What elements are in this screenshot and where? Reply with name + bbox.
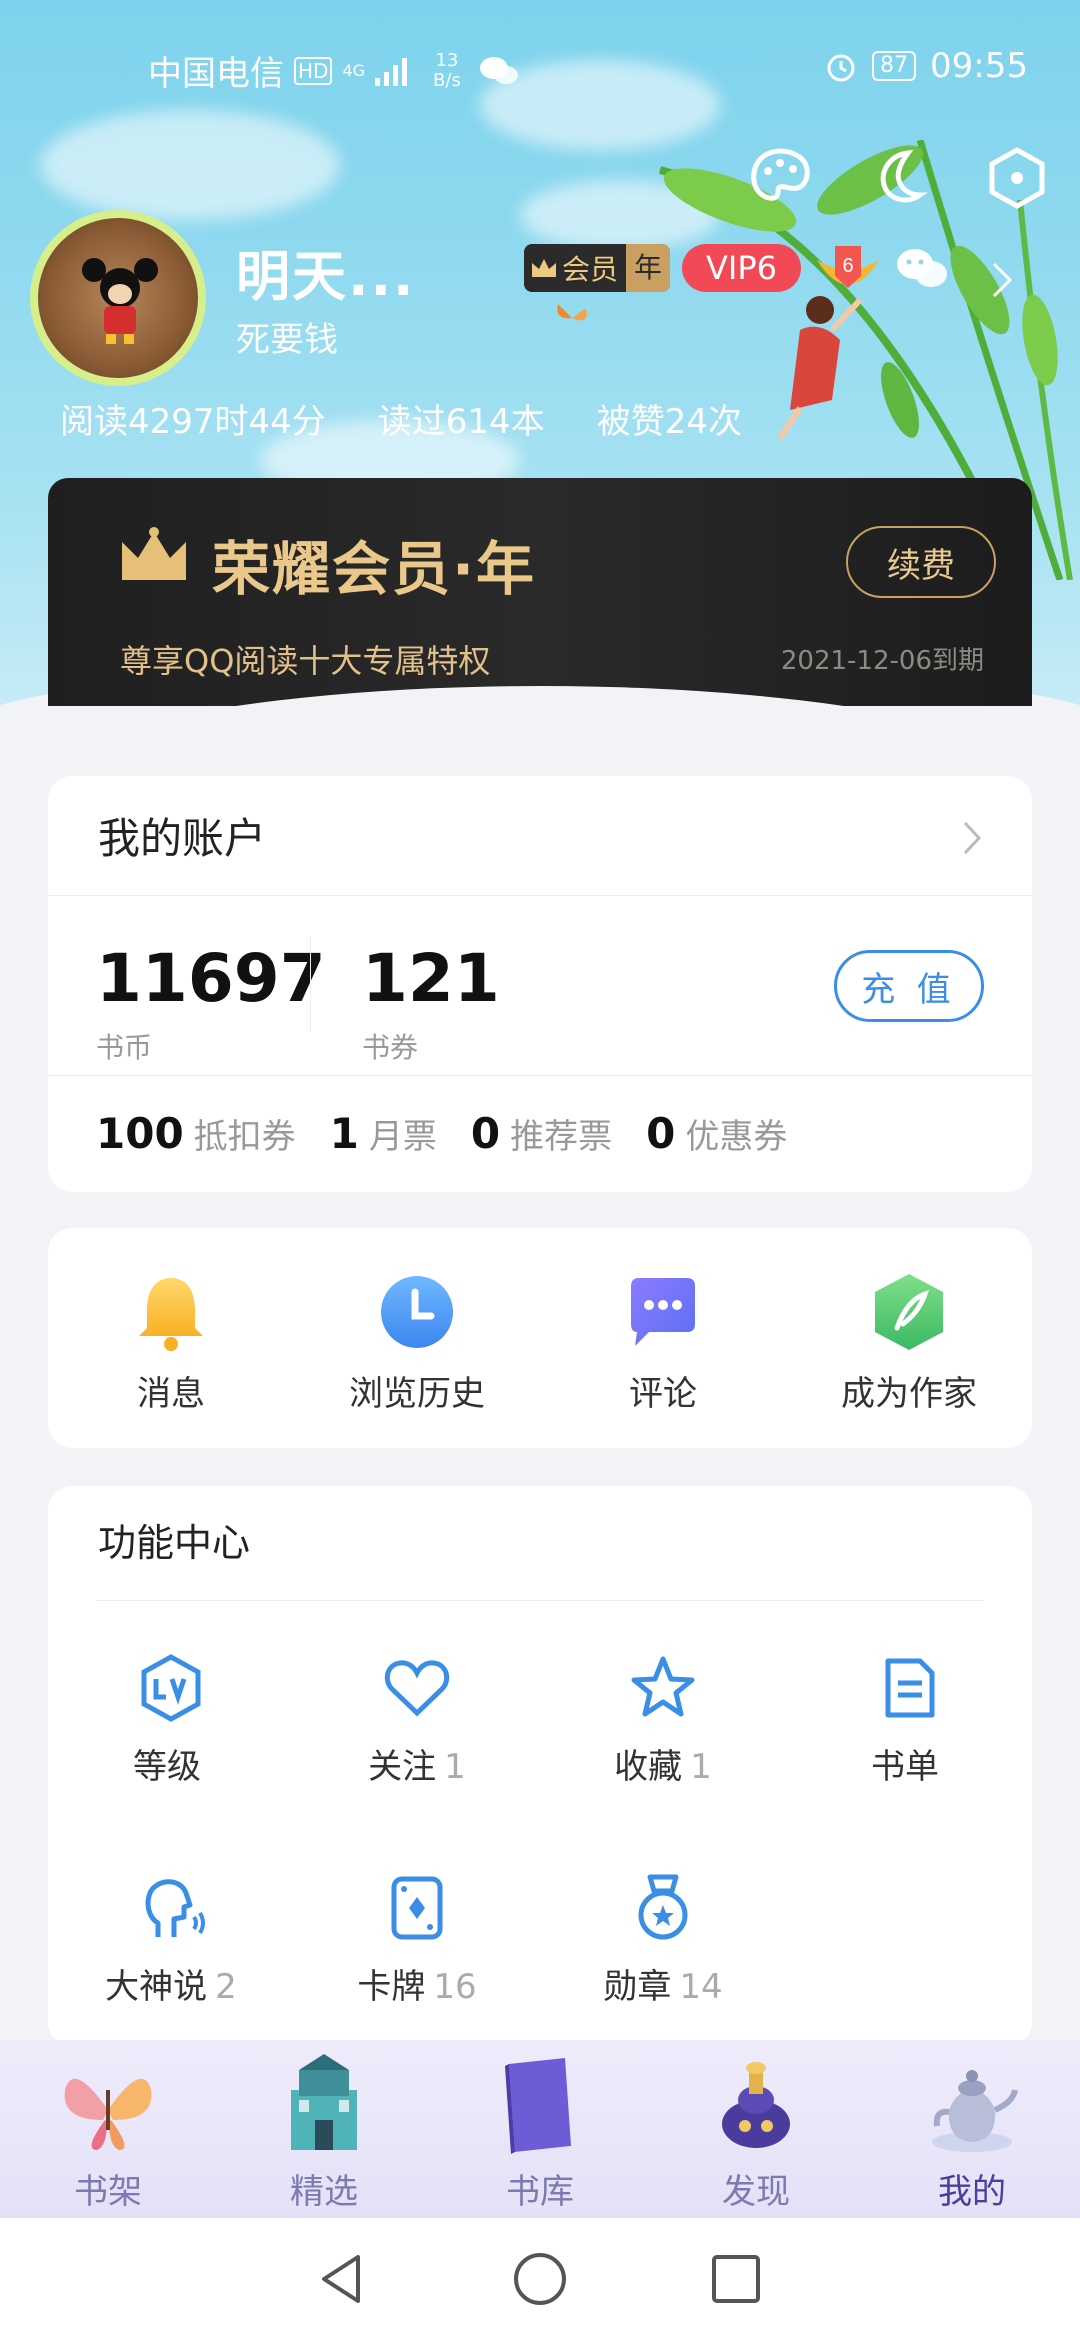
carrier-label: 中国电信	[148, 54, 284, 94]
quick-item-comments[interactable]: 评论	[540, 1228, 786, 1448]
night-mode-icon[interactable]	[866, 145, 932, 211]
system-navigation-bar	[0, 2218, 1080, 2340]
heart-icon	[384, 1660, 450, 1717]
star-icon	[631, 1656, 695, 1717]
girl-illustration-icon	[777, 296, 863, 440]
recommend-ticket[interactable]: 0 推荐票	[471, 1109, 612, 1158]
ticket-row: 100 抵扣券 1 月票 0 推荐票 0 优惠券	[48, 1076, 1032, 1190]
func-item-medals[interactable]: 勋章 14	[540, 1821, 786, 2041]
booklist-icon	[885, 1658, 935, 1718]
account-panel: 我的账户 11697 书币 121 书券 充 值 100 抵扣券 1 月票 0 推荐票…	[48, 776, 1032, 1192]
func-item-follow[interactable]: 关注 1	[294, 1601, 540, 1821]
book-icon	[505, 2058, 571, 2156]
recents-icon[interactable]	[708, 2251, 764, 2307]
discount-ticket[interactable]: 0 优惠券	[646, 1109, 787, 1158]
avatar[interactable]	[30, 210, 206, 386]
chevron-right-icon	[963, 821, 982, 855]
back-icon[interactable]	[316, 2251, 372, 2307]
reading-time-stat[interactable]: 阅读4297时44分	[60, 394, 326, 443]
level-icon	[141, 1654, 201, 1722]
comment-icon	[631, 1278, 695, 1346]
renew-button[interactable]: 续费	[846, 526, 996, 598]
coupon-balance[interactable]: 121 书券	[362, 946, 500, 1066]
quick-actions-panel: 消息 浏览历史 评论 成为作家	[48, 1228, 1032, 1448]
member-expire-date: 2021-12-06到期	[780, 646, 984, 676]
medal-icon	[638, 1874, 688, 1940]
func-item-cards[interactable]: 卡牌 16	[294, 1821, 540, 2041]
func-item-favorites[interactable]: 收藏 1	[540, 1601, 786, 1821]
status-bar: 中国电信 HD 4G 13 B/s 87 09:55	[0, 40, 1080, 100]
bell-icon	[139, 1278, 203, 1351]
crown-icon	[122, 527, 186, 580]
account-title: 我的账户	[98, 814, 267, 863]
settings-icon[interactable]	[984, 145, 1050, 211]
deduction-ticket[interactable]: 100 抵扣券	[96, 1109, 296, 1158]
network-speed: 13 B/s	[433, 49, 461, 91]
user-name[interactable]: 明天...	[236, 232, 416, 311]
level-wings-badge-icon[interactable]: 6	[813, 240, 883, 296]
recharge-button[interactable]: 充 值	[834, 950, 984, 1022]
castle-icon	[291, 2054, 357, 2150]
nav-discover[interactable]: 发现	[648, 2040, 864, 2218]
nav-library[interactable]: 书库	[432, 2040, 648, 2218]
svg-text:6: 6	[842, 255, 853, 277]
alarm-icon	[827, 54, 855, 82]
lamp-icon	[722, 2062, 790, 2148]
header-actions	[748, 145, 1050, 211]
signal-icon	[375, 57, 408, 86]
quick-item-messages[interactable]: 消息	[48, 1228, 294, 1448]
function-center-panel: 功能中心 等级 关注 1 收藏 1 书单 大神说 2 卡牌 16 勋章 14	[48, 1486, 1032, 2046]
profile-chevron-right-icon[interactable]	[990, 260, 1014, 300]
likes-stat[interactable]: 被赞24次	[597, 394, 742, 443]
member-card-subtitle: 尊享QQ阅读十大专属特权	[120, 642, 491, 680]
user-signature: 死要钱	[236, 320, 338, 360]
member-card-title: 荣耀会员·年	[212, 535, 537, 603]
balance-divider	[310, 936, 311, 1032]
account-header[interactable]: 我的账户	[48, 776, 1032, 896]
quick-item-history[interactable]: 浏览历史	[294, 1228, 540, 1448]
network-label: 4G	[342, 61, 366, 80]
wechat-icon[interactable]	[895, 244, 949, 292]
member-card[interactable]: 荣耀会员·年 尊享QQ阅读十大专属特权 2021-12-06到期 续费	[48, 478, 1032, 706]
crown-icon	[532, 259, 556, 277]
teapot-icon	[932, 2070, 1018, 2152]
clock-time: 09:55	[930, 46, 1028, 86]
bottom-nav: 书架 精选 书库 发现 我的	[0, 2040, 1080, 2218]
quill-icon	[875, 1274, 943, 1350]
vip-badge[interactable]: VIP6	[682, 244, 802, 292]
card-icon	[391, 1876, 443, 1940]
nav-mine[interactable]: 我的	[864, 2040, 1080, 2218]
butterfly-decoration-icon	[557, 304, 587, 321]
monthly-ticket[interactable]: 1 月票	[330, 1109, 437, 1158]
clock-icon	[381, 1276, 453, 1348]
mickey-avatar-icon	[82, 258, 158, 344]
wechat-notification-icon	[479, 56, 518, 84]
speaker-icon	[145, 1879, 205, 1937]
nav-bookshelf[interactable]: 书架	[0, 2040, 216, 2218]
func-item-level[interactable]: 等级	[48, 1601, 294, 1821]
butterfly-icon	[64, 2078, 152, 2150]
reading-stats: 阅读4297时44分 读过614本 被赞24次	[60, 394, 742, 443]
func-item-booklist[interactable]: 书单	[786, 1601, 1032, 1821]
quick-item-become-writer[interactable]: 成为作家	[786, 1228, 1032, 1448]
account-balance: 11697 书币 121 书券 充 值	[48, 896, 1032, 1076]
coin-balance[interactable]: 11697 书币	[96, 946, 326, 1066]
member-badge[interactable]: 会员 年	[524, 244, 671, 292]
user-badges: 会员 年 VIP6 6	[524, 240, 949, 296]
hd-icon: HD	[294, 56, 333, 85]
palette-icon[interactable]	[748, 145, 814, 211]
function-center-title: 功能中心	[98, 1521, 251, 1565]
books-read-stat[interactable]: 读过614本	[378, 394, 545, 443]
battery-level: 87	[872, 51, 917, 81]
nav-featured[interactable]: 精选	[216, 2040, 432, 2218]
home-icon[interactable]	[512, 2251, 568, 2307]
function-grid: 等级 关注 1 收藏 1 书单 大神说 2 卡牌 16 勋章 14	[48, 1601, 1032, 2041]
func-item-master-talk[interactable]: 大神说 2	[48, 1821, 294, 2041]
